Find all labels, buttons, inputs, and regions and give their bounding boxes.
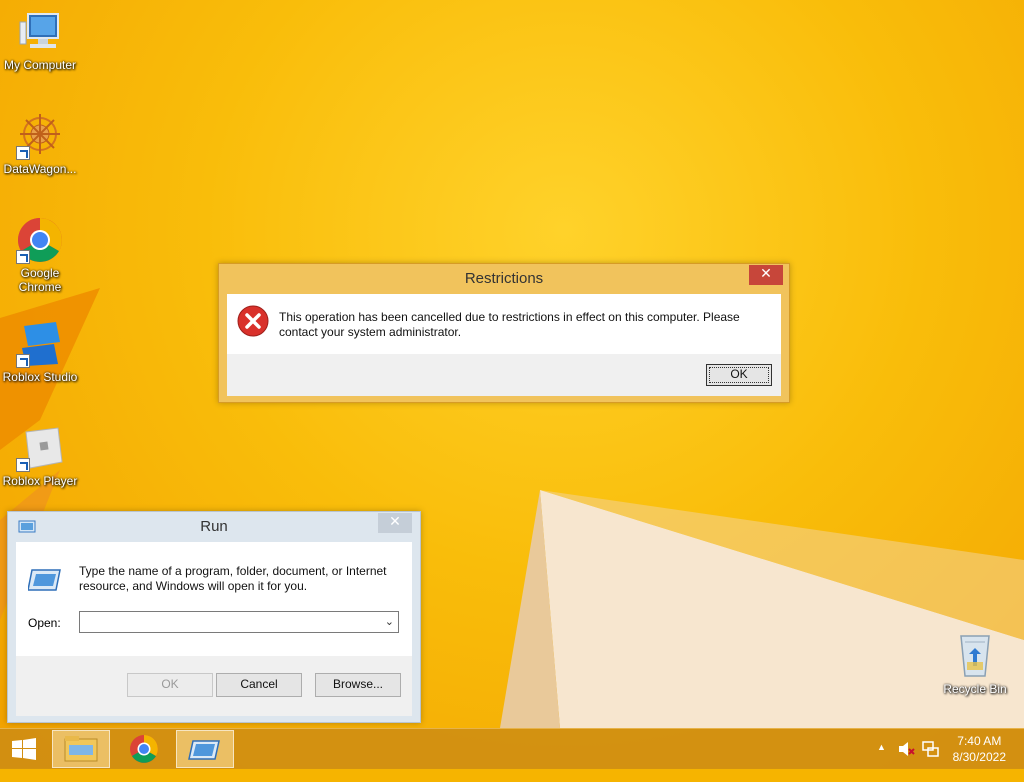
dialog-footer: OK [227, 354, 781, 396]
error-message: This operation has been cancelled due to… [279, 310, 740, 339]
dialog-title: Run [200, 518, 228, 535]
taskbar: ▲ 7:40 AM 8/30/2022 [0, 728, 1024, 769]
chrome-icon [130, 735, 158, 763]
taskbar-chrome[interactable] [116, 730, 174, 768]
desktop-icon-label: Roblox Player [2, 474, 78, 488]
start-button[interactable] [8, 737, 40, 761]
desktop-icon-recycle-bin[interactable]: Recycle Bin [935, 632, 1015, 696]
desktop-icon-label: Google Chrome [18, 266, 62, 294]
clock-date: 8/30/2022 [952, 750, 1006, 764]
desktop-icon-my-computer[interactable]: My Computer [0, 8, 80, 72]
dialog-body: This operation has been cancelled due to… [227, 294, 781, 354]
windows-logo-icon [12, 738, 36, 760]
run-program-icon [27, 568, 62, 592]
restrictions-dialog: Restrictions ✕ This operation has been c… [218, 263, 790, 403]
desktop-icon-datawagon[interactable]: DataWagon... [0, 112, 80, 176]
folder-icon [64, 736, 98, 762]
close-button[interactable]: ✕ [378, 513, 412, 533]
run-instructions: Type the name of a program, folder, docu… [79, 564, 387, 593]
recycle-bin-icon [951, 632, 999, 680]
shortcut-arrow-icon [16, 354, 30, 368]
clock-time: 7:40 AM [957, 734, 1002, 748]
taskbar-run[interactable] [176, 730, 234, 768]
desktop-icon-label: Roblox Studio [2, 370, 78, 384]
chevron-down-icon[interactable]: ⌄ [385, 615, 394, 628]
desktop-icon-label: DataWagon... [3, 162, 77, 176]
roblox-studio-icon [16, 320, 64, 368]
network-icon[interactable] [921, 740, 939, 780]
desktop-icon-roblox-player[interactable]: Roblox Player [0, 424, 80, 488]
ok-button[interactable]: OK [706, 364, 772, 386]
cancel-button[interactable]: Cancel [216, 673, 302, 697]
desktop-icon-google-chrome[interactable]: Google Chrome [0, 216, 80, 294]
dialog-title: Restrictions [464, 270, 544, 287]
computer-icon [16, 8, 64, 56]
ok-button-disabled: OK [127, 673, 213, 697]
browse-button[interactable]: Browse... [315, 673, 401, 697]
close-button[interactable]: ✕ [749, 265, 783, 285]
desktop-icon-label: My Computer [3, 58, 77, 72]
desktop-icon-roblox-studio[interactable]: Roblox Studio [0, 320, 80, 384]
roblox-player-icon [16, 424, 64, 472]
tray-overflow-icon[interactable]: ▲ [877, 742, 886, 782]
datawagon-icon [16, 112, 64, 160]
dialog-body: Type the name of a program, folder, docu… [16, 542, 412, 656]
error-icon [237, 305, 269, 337]
run-dialog: Run ✕ Type the name of a program, folder… [7, 511, 421, 723]
open-label: Open: [28, 616, 61, 630]
chrome-icon [16, 216, 64, 264]
shortcut-arrow-icon [16, 458, 30, 472]
desktop-icon-label: Recycle Bin [943, 682, 1007, 696]
open-combobox[interactable]: ⌄ [79, 611, 399, 633]
dialog-footer: OK Cancel Browse... [16, 656, 412, 716]
taskbar-file-explorer[interactable] [52, 730, 110, 768]
clock[interactable]: 7:40 AM 8/30/2022 [953, 733, 1006, 773]
run-program-icon [188, 740, 220, 760]
shortcut-arrow-icon [16, 146, 30, 160]
shortcut-arrow-icon [16, 250, 30, 264]
volume-muted-icon[interactable] [897, 740, 915, 780]
